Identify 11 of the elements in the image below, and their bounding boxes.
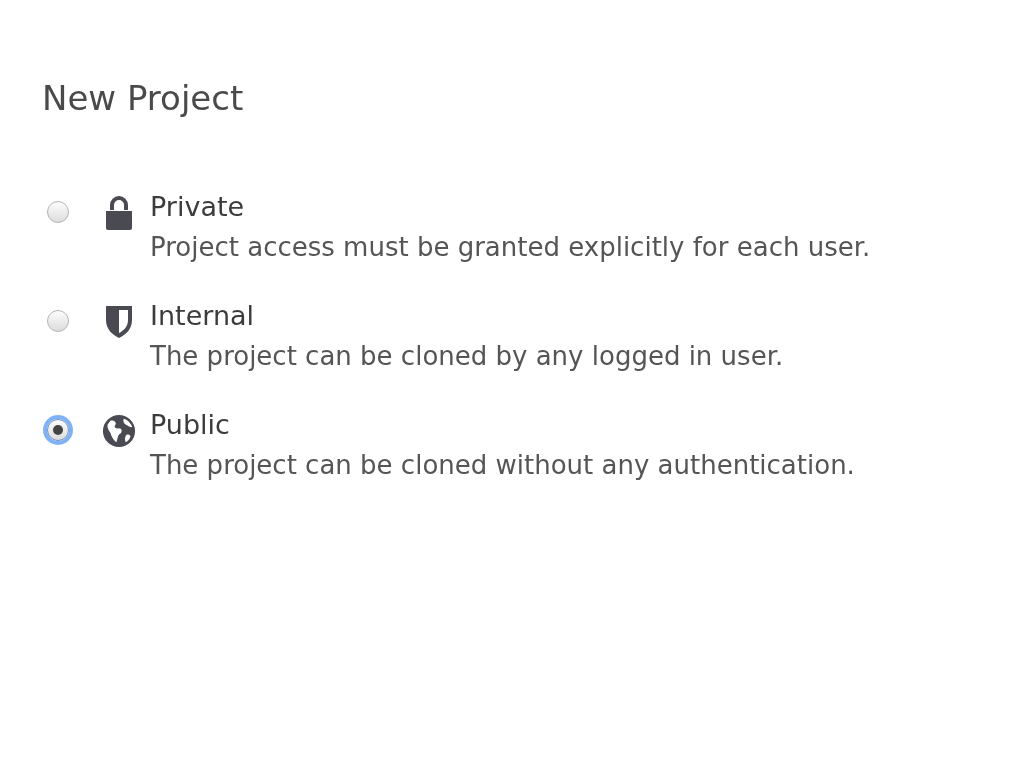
option-label[interactable]: Public bbox=[150, 408, 230, 440]
radio-button[interactable] bbox=[47, 200, 69, 223]
radio-button[interactable] bbox=[47, 418, 69, 441]
page-title: New Project bbox=[42, 78, 245, 119]
option-description: Project access must be granted explicitly for each user. bbox=[150, 231, 871, 262]
option-description: The project can be cloned without any authentication. bbox=[150, 449, 855, 480]
option-label[interactable]: Private bbox=[150, 190, 245, 222]
option-label[interactable]: Internal bbox=[150, 299, 255, 331]
globe-icon bbox=[102, 412, 136, 449]
option-description: The project can be cloned by any logged in user. bbox=[150, 340, 784, 371]
radio-button[interactable] bbox=[47, 309, 69, 332]
